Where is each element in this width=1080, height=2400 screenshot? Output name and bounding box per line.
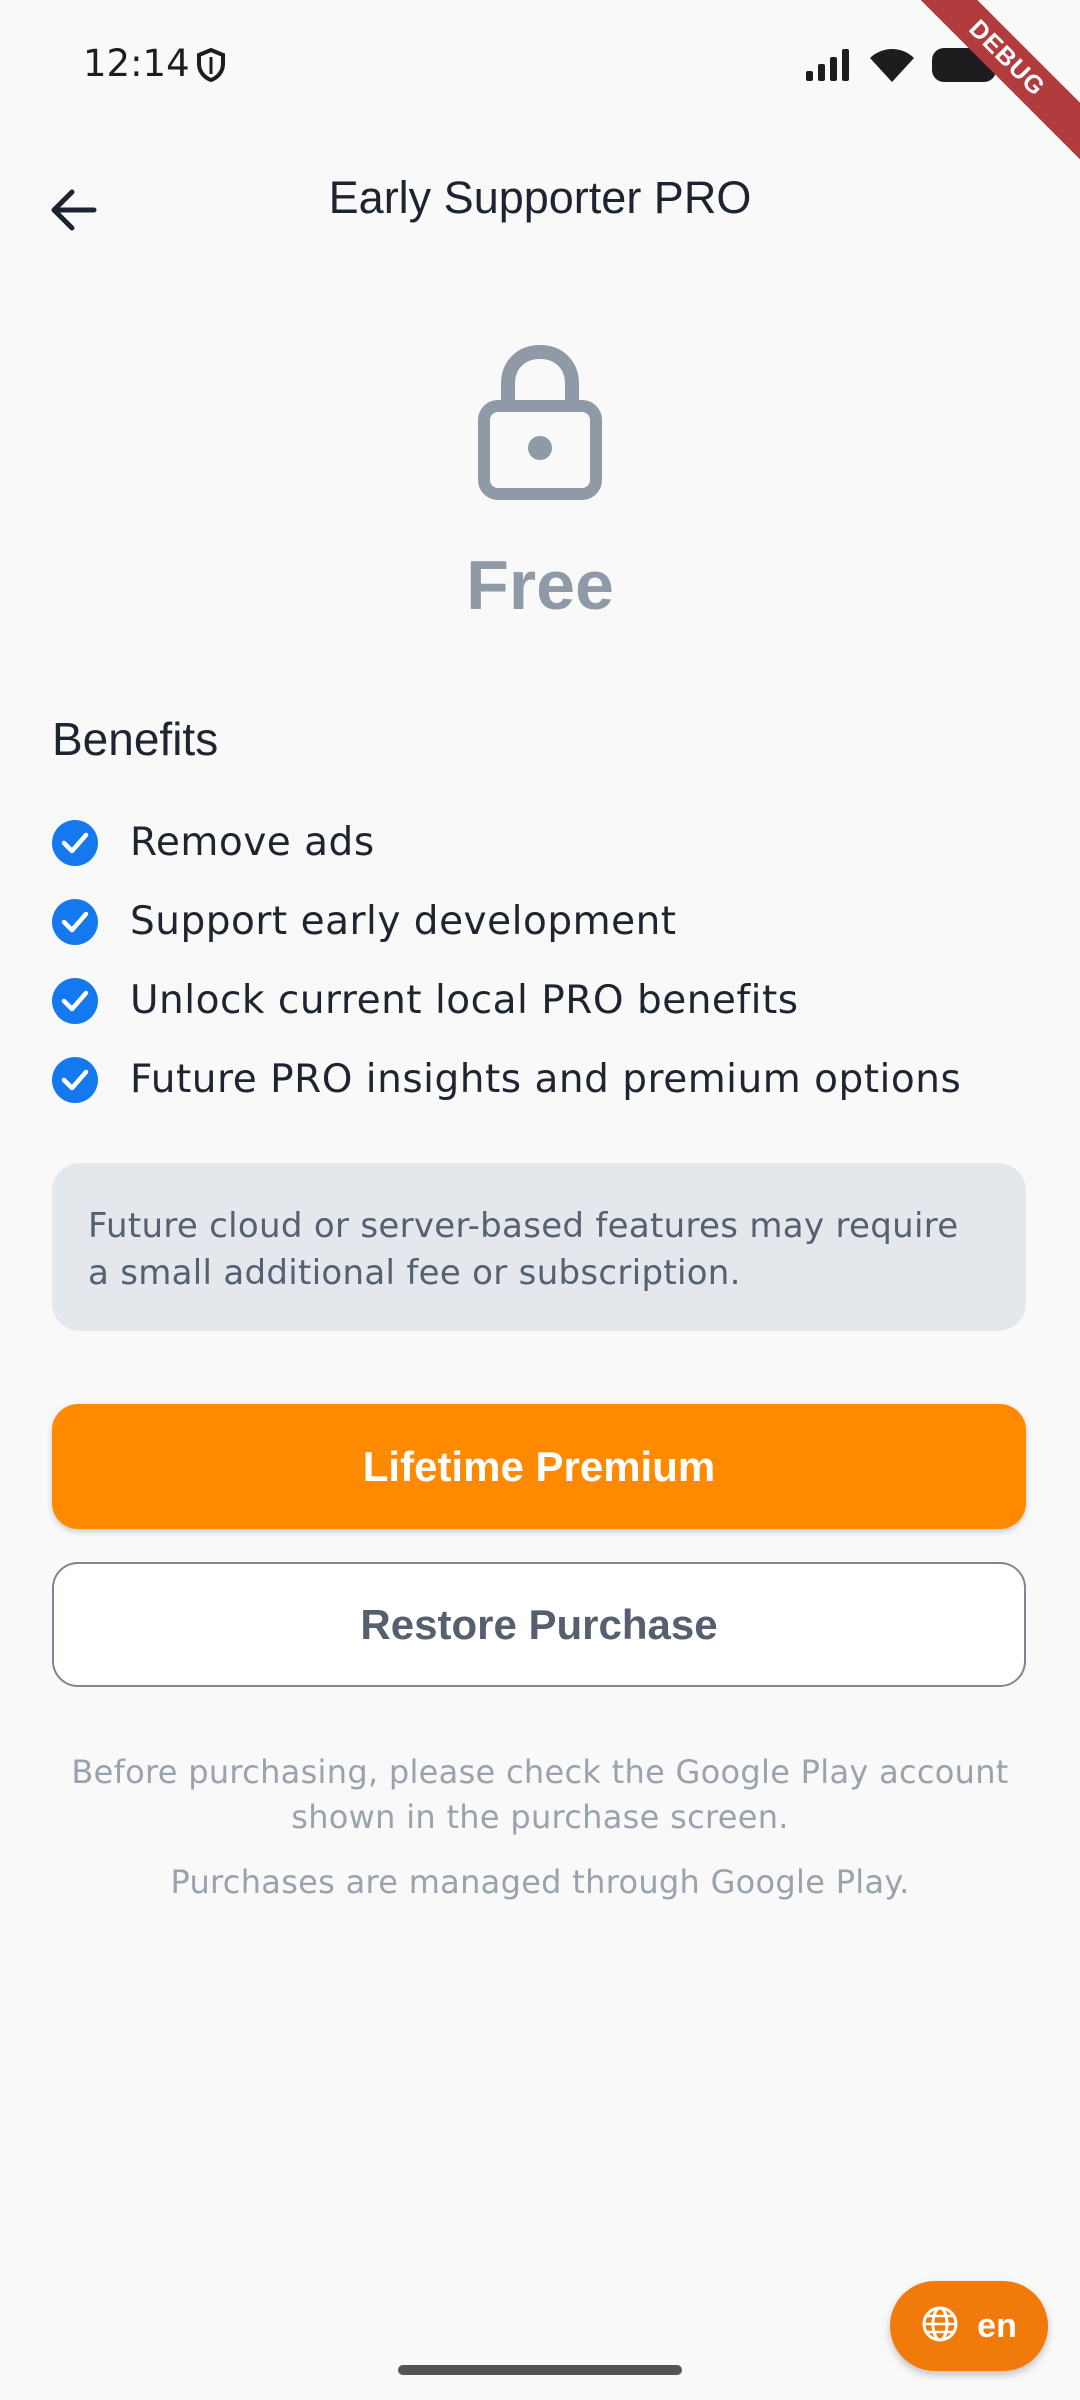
price-label: Free bbox=[466, 546, 614, 624]
footer-google-play-note: Purchases are managed through Google Pla… bbox=[170, 1863, 910, 1901]
status-icons bbox=[806, 48, 1000, 86]
restore-purchase-label: Restore Purchase bbox=[360, 1600, 718, 1648]
benefit-label: Support early development bbox=[130, 899, 677, 944]
benefit-label: Remove ads bbox=[130, 820, 375, 865]
lifetime-premium-button[interactable]: Lifetime Premium bbox=[52, 1404, 1026, 1529]
benefit-item: Remove ads bbox=[52, 803, 1032, 882]
benefit-list: Remove ads Support early development Unl… bbox=[52, 803, 1032, 1119]
globe-icon bbox=[921, 2305, 959, 2347]
footer-account-note: Before purchasing, please check the Goog… bbox=[71, 1753, 1009, 1836]
page-title: Early Supporter PRO bbox=[328, 172, 752, 223]
status-bar: 12:14 bbox=[0, 0, 1080, 130]
language-button[interactable]: en bbox=[890, 2281, 1048, 2371]
info-note-box: Future cloud or server-based features ma… bbox=[52, 1163, 1026, 1331]
info-note-text: Future cloud or server-based features ma… bbox=[88, 1206, 959, 1293]
check-circle-icon bbox=[52, 977, 98, 1024]
benefit-label: Future PRO insights and premium options bbox=[130, 1057, 962, 1102]
lifetime-premium-label: Lifetime Premium bbox=[362, 1442, 716, 1490]
signal-icon bbox=[806, 49, 852, 85]
benefit-item: Future PRO insights and premium options bbox=[52, 1040, 1032, 1119]
status-time: 12:14 bbox=[83, 42, 190, 85]
app-bar: Early Supporter PRO bbox=[0, 150, 1080, 260]
benefit-label: Unlock current local PRO benefits bbox=[130, 978, 799, 1023]
wifi-icon bbox=[870, 48, 914, 86]
check-circle-icon bbox=[52, 898, 98, 945]
restore-purchase-button[interactable]: Restore Purchase bbox=[52, 1562, 1026, 1687]
language-label: en bbox=[977, 2306, 1017, 2345]
lock-icon bbox=[478, 344, 602, 504]
home-indicator[interactable] bbox=[398, 2365, 682, 2375]
benefit-item: Unlock current local PRO benefits bbox=[52, 961, 1032, 1040]
check-circle-icon bbox=[52, 1056, 98, 1103]
benefit-item: Support early development bbox=[52, 882, 1032, 961]
shield-icon bbox=[197, 47, 225, 86]
check-circle-icon bbox=[52, 819, 98, 866]
benefits-heading: Benefits bbox=[52, 713, 219, 765]
